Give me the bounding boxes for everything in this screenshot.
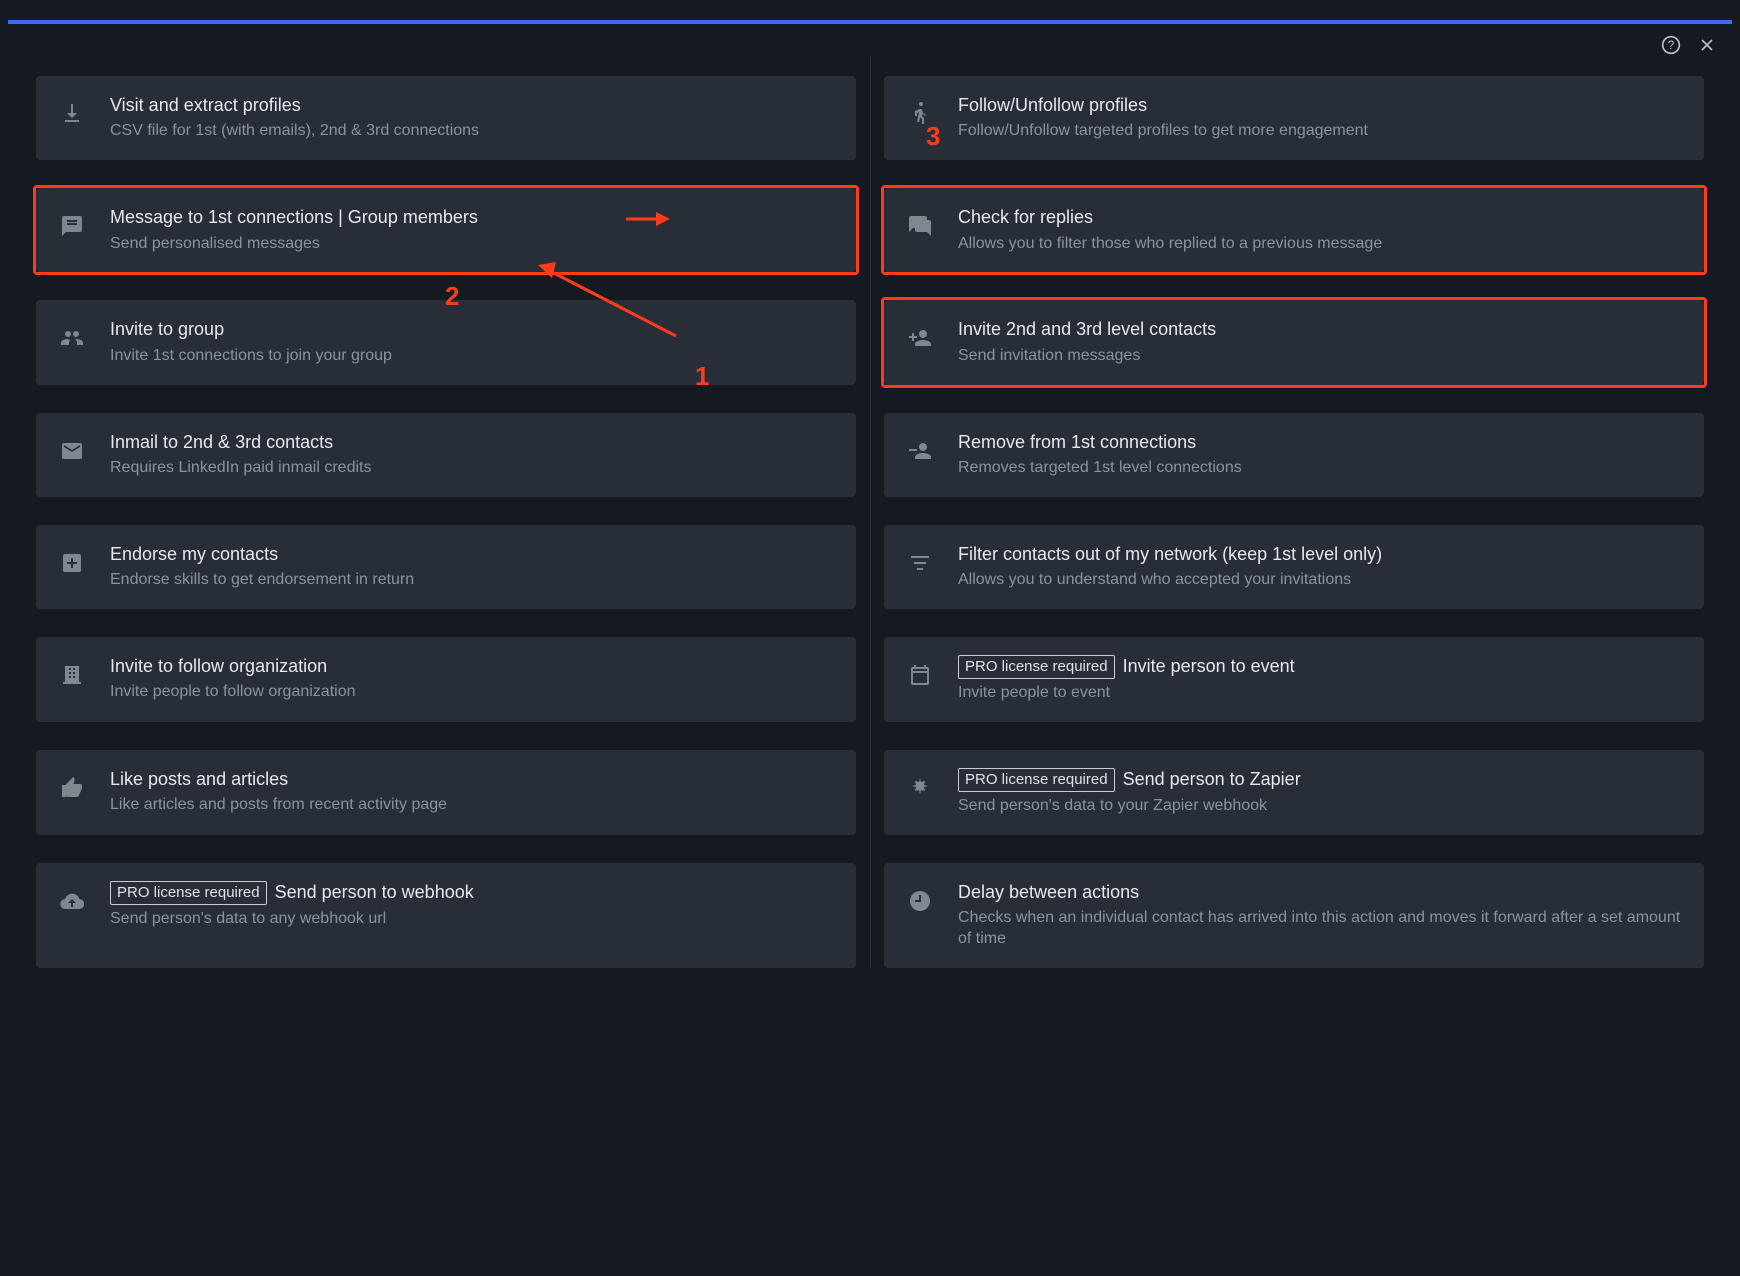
- action-title-text: Invite to follow organization: [110, 655, 327, 678]
- action-card[interactable]: Like posts and articles Like articles and…: [36, 750, 856, 835]
- action-description: Endorse skills to get endorsement in ret…: [110, 570, 414, 591]
- chat-icon: [906, 212, 934, 240]
- action-title-text: Delay between actions: [958, 881, 1139, 904]
- close-icon[interactable]: [1696, 34, 1718, 56]
- action-title-text: Invite person to event: [1123, 655, 1295, 678]
- person-add-icon: [906, 324, 934, 352]
- pro-badge: PRO license required: [110, 881, 267, 905]
- column-divider: [870, 56, 871, 968]
- action-card[interactable]: Endorse my contacts Endorse skills to get…: [36, 525, 856, 609]
- action-title-text: Message to 1st connections | Group membe…: [110, 206, 478, 229]
- action-card[interactable]: PRO license required Send person to webho…: [36, 863, 856, 968]
- action-title-text: Invite 2nd and 3rd level contacts: [958, 318, 1216, 341]
- action-card[interactable]: Follow/Unfollow profiles Follow/Unfollow …: [884, 76, 1704, 160]
- help-icon[interactable]: ?: [1660, 34, 1682, 56]
- filter-icon: [906, 549, 934, 577]
- action-description: Send personalised messages: [110, 234, 478, 255]
- action-title-text: Visit and extract profiles: [110, 94, 301, 117]
- action-title: PRO license required Send person to Zapie…: [958, 768, 1301, 792]
- action-title: Message to 1st connections | Group membe…: [110, 206, 478, 229]
- action-title-text: Follow/Unfollow profiles: [958, 94, 1147, 117]
- pro-badge: PRO license required: [958, 655, 1115, 679]
- pro-badge: PRO license required: [958, 768, 1115, 792]
- action-description: Allows you to filter those who replied t…: [958, 234, 1382, 255]
- action-title: Invite to group: [110, 318, 392, 341]
- action-title: Visit and extract profiles: [110, 94, 479, 117]
- action-title-text: Endorse my contacts: [110, 543, 278, 566]
- action-title: Endorse my contacts: [110, 543, 414, 566]
- action-card[interactable]: Message to 1st connections | Group membe…: [36, 188, 856, 272]
- action-title: Follow/Unfollow profiles: [958, 94, 1368, 117]
- plus-box-icon: [58, 549, 86, 577]
- action-title: PRO license required Invite person to eve…: [958, 655, 1295, 679]
- action-description: Invite people to event: [958, 683, 1295, 704]
- action-title: Filter contacts out of my network (keep …: [958, 543, 1382, 566]
- action-title-text: Send person to Zapier: [1123, 768, 1301, 791]
- action-title: Invite to follow organization: [110, 655, 356, 678]
- download-icon: [58, 100, 86, 128]
- action-description: Checks when an individual contact has ar…: [958, 908, 1682, 950]
- modal-header: ?: [8, 24, 1732, 56]
- action-card[interactable]: Invite 2nd and 3rd level contacts Send in…: [884, 300, 1704, 384]
- action-card[interactable]: Filter contacts out of my network (keep …: [884, 525, 1704, 609]
- action-title: Delay between actions: [958, 881, 1682, 904]
- action-card[interactable]: PRO license required Invite person to eve…: [884, 637, 1704, 722]
- action-title-text: Filter contacts out of my network (keep …: [958, 543, 1382, 566]
- action-title-text: Remove from 1st connections: [958, 431, 1196, 454]
- zapier-icon: [906, 774, 934, 802]
- action-description: Follow/Unfollow targeted profiles to get…: [958, 121, 1368, 142]
- thumb-up-icon: [58, 774, 86, 802]
- action-title: Inmail to 2nd & 3rd contacts: [110, 431, 371, 454]
- action-card[interactable]: Delay between actions Checks when an indi…: [884, 863, 1704, 968]
- action-title: Invite 2nd and 3rd level contacts: [958, 318, 1216, 341]
- action-title-text: Inmail to 2nd & 3rd contacts: [110, 431, 333, 454]
- action-title-text: Send person to webhook: [275, 881, 474, 904]
- action-title: Check for replies: [958, 206, 1382, 229]
- action-title: Remove from 1st connections: [958, 431, 1242, 454]
- person-remove-icon: [906, 437, 934, 465]
- action-title-text: Like posts and articles: [110, 768, 288, 791]
- action-description: Allows you to understand who accepted yo…: [958, 570, 1382, 591]
- action-description: Invite 1st connections to join your grou…: [110, 346, 392, 367]
- group-icon: [58, 324, 86, 352]
- action-description: Send invitation messages: [958, 346, 1216, 367]
- calendar-icon: [906, 661, 934, 689]
- action-description: Requires LinkedIn paid inmail credits: [110, 458, 371, 479]
- action-description: Removes targeted 1st level connections: [958, 458, 1242, 479]
- action-card[interactable]: Visit and extract profiles CSV file for 1…: [36, 76, 856, 160]
- message-icon: [58, 212, 86, 240]
- action-description: Invite people to follow organization: [110, 682, 356, 703]
- action-card[interactable]: Remove from 1st connections Removes targe…: [884, 413, 1704, 497]
- action-card[interactable]: Inmail to 2nd & 3rd contacts Requires Lin…: [36, 413, 856, 497]
- action-card[interactable]: Invite to group Invite 1st connections to…: [36, 300, 856, 384]
- action-description: Send person's data to any webhook url: [110, 909, 474, 930]
- run-icon: [906, 100, 934, 128]
- action-description: Send person's data to your Zapier webhoo…: [958, 796, 1301, 817]
- action-description: CSV file for 1st (with emails), 2nd & 3r…: [110, 121, 479, 142]
- action-description: Like articles and posts from recent acti…: [110, 795, 447, 816]
- action-title: Like posts and articles: [110, 768, 447, 791]
- svg-text:?: ?: [1668, 39, 1675, 52]
- action-title-text: Invite to group: [110, 318, 224, 341]
- clock-icon: [906, 887, 934, 915]
- action-card[interactable]: Invite to follow organization Invite peop…: [36, 637, 856, 722]
- cloud-upload-icon: [58, 887, 86, 915]
- building-icon: [58, 661, 86, 689]
- action-title-text: Check for replies: [958, 206, 1093, 229]
- action-card[interactable]: PRO license required Send person to Zapie…: [884, 750, 1704, 835]
- mail-icon: [58, 437, 86, 465]
- action-card[interactable]: Check for replies Allows you to filter th…: [884, 188, 1704, 272]
- action-title: PRO license required Send person to webho…: [110, 881, 474, 905]
